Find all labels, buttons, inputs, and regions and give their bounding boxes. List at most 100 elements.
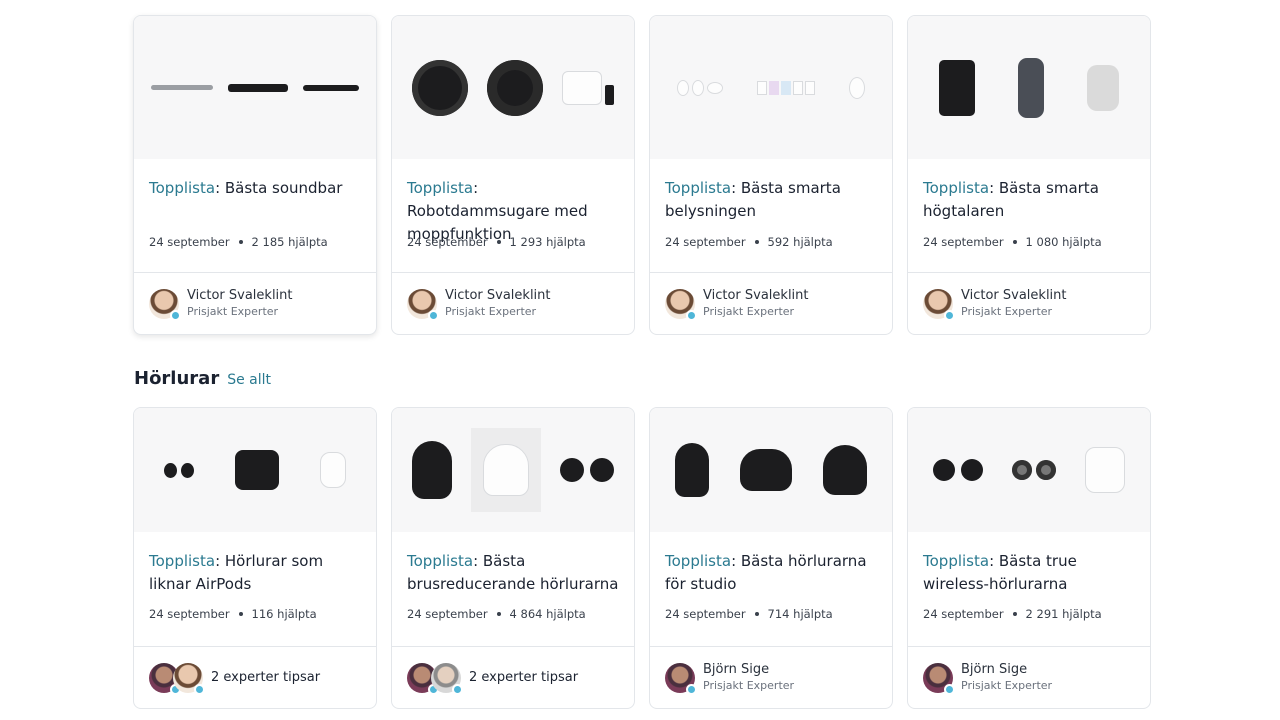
earbuds-icon <box>1011 460 1056 480</box>
avatar <box>431 662 463 695</box>
author-name: Victor Svaleklint <box>703 288 809 303</box>
card-title[interactable]: Topplista: Bästa brusreducerande hörlura… <box>407 550 619 596</box>
avatar <box>407 288 439 321</box>
date: 24 september <box>407 235 488 249</box>
earbuds-icon <box>164 462 195 478</box>
card-author[interactable]: Victor Svaleklint Prisjakt Experter <box>392 272 634 334</box>
card-title[interactable]: Topplista: Bästa soundbar <box>149 177 361 223</box>
card-author[interactable]: Björn Sige Prisjakt Experter <box>650 646 892 708</box>
robot-mop-icon <box>562 70 615 105</box>
soundbar-icon <box>302 84 359 91</box>
verified-badge-icon <box>686 683 697 695</box>
avatar <box>923 662 955 695</box>
separator-dot <box>1012 240 1017 244</box>
author-name: Björn Sige <box>703 662 770 677</box>
toplist-card-studio-headphones[interactable]: Topplista: Bästa hörlurarna för studio 2… <box>649 407 893 709</box>
title-rest: : Bästa soundbar <box>215 179 343 197</box>
card-meta: 24 september 4 864 hjälpta <box>407 607 619 621</box>
product-thumbnail <box>392 408 634 532</box>
title-lead: Topplista <box>149 179 216 197</box>
avatar <box>923 288 955 321</box>
section-header: Hörlurar Se allt <box>134 368 271 389</box>
verified-badge-icon <box>194 683 205 695</box>
light-strip-icon <box>757 80 815 95</box>
card-author[interactable]: Victor Svaleklint Prisjakt Experter <box>650 272 892 334</box>
card-title[interactable]: Topplista: Bästa smarta belysningen <box>665 177 877 223</box>
headphones-icon <box>411 441 452 499</box>
card-author[interactable]: Björn Sige Prisjakt Experter <box>908 646 1150 708</box>
title-lead: Topplista <box>923 552 990 570</box>
headphones-icon <box>675 443 710 497</box>
card-meta: 24 september 1 293 hjälpta <box>407 235 619 249</box>
toplist-card-smart-speaker[interactable]: Topplista: Bästa smarta högtalaren 24 se… <box>907 15 1151 335</box>
toplist-row-2: Topplista: Hörlurar som liknar AirPods 2… <box>133 407 1151 709</box>
separator-dot <box>754 240 759 244</box>
toplist-card-soundbar[interactable]: Topplista: Bästa soundbar 24 september 2 … <box>133 15 377 335</box>
product-thumbnail <box>392 16 634 159</box>
card-meta: 24 september 1 080 hjälpta <box>923 235 1135 249</box>
product-thumbnail <box>650 16 892 159</box>
author-name: Victor Svaleklint <box>445 288 551 303</box>
author-role: Prisjakt Experter <box>703 305 795 318</box>
experts-tip-count: 2 experter tipsar <box>211 670 321 685</box>
author-role: Prisjakt Experter <box>961 679 1053 692</box>
smart-bulbs-icon <box>677 79 723 96</box>
helpful-count: 714 hjälpta <box>767 607 833 621</box>
verified-badge-icon <box>944 309 955 321</box>
card-author[interactable]: Victor Svaleklint Prisjakt Experter <box>134 272 376 334</box>
date: 24 september <box>665 607 746 621</box>
headphones-icon <box>822 445 867 495</box>
soundbar-icon <box>151 85 214 90</box>
card-meta: 24 september 2 291 hjälpta <box>923 607 1135 621</box>
card-meta: 24 september 592 hjälpta <box>665 235 877 249</box>
card-title[interactable]: Topplista: Hörlurar som liknar AirPods <box>149 550 361 596</box>
toplist-card-smart-lighting[interactable]: Topplista: Bästa smarta belysningen 24 s… <box>649 15 893 335</box>
separator-dot <box>496 240 501 244</box>
headphones-icon <box>470 428 541 512</box>
helpful-count: 592 hjälpta <box>767 235 833 249</box>
earbuds-case-icon <box>234 450 279 490</box>
card-title[interactable]: Topplista: Bästa smarta högtalaren <box>923 177 1135 223</box>
card-title[interactable]: Topplista: Bästa hörlurarna för studio <box>665 550 877 596</box>
card-meta: 24 september 2 185 hjälpta <box>149 235 361 249</box>
author-role: Prisjakt Experter <box>445 305 537 318</box>
earbuds-icon <box>560 458 615 482</box>
toplist-card-noise-cancelling[interactable]: Topplista: Bästa brusreducerande hörlura… <box>391 407 635 709</box>
toplist-card-true-wireless[interactable]: Topplista: Bästa true wireless-hörlurarn… <box>907 407 1151 709</box>
verified-badge-icon <box>452 683 463 695</box>
toplist-card-airpods-alternatives[interactable]: Topplista: Hörlurar som liknar AirPods 2… <box>133 407 377 709</box>
earbuds-icon <box>319 452 346 488</box>
helpful-count: 1 080 hjälpta <box>1025 235 1102 249</box>
verified-badge-icon <box>170 309 181 321</box>
separator-dot <box>238 612 243 616</box>
see-all-link[interactable]: Se allt <box>227 372 271 388</box>
date: 24 september <box>923 235 1004 249</box>
separator-dot <box>238 240 243 244</box>
airpods-case-icon <box>1085 447 1126 493</box>
helpful-count: 116 hjälpta <box>251 607 317 621</box>
experts-tip-count: 2 experter tipsar <box>469 670 579 685</box>
toplist-card-robot-vacuum[interactable]: Topplista: Robotdammsugare med moppfunkt… <box>391 15 635 335</box>
author-role: Prisjakt Experter <box>187 305 279 318</box>
card-experts[interactable]: 2 experter tipsar <box>134 646 376 708</box>
product-thumbnail <box>134 408 376 532</box>
title-lead: Topplista <box>407 552 474 570</box>
section-title: Hörlurar <box>134 368 220 389</box>
toplist-row-1: Topplista: Bästa soundbar 24 september 2 … <box>133 15 1151 335</box>
helpful-count: 2 185 hjälpta <box>251 235 328 249</box>
helpful-count: 2 291 hjälpta <box>1025 607 1102 621</box>
card-title[interactable]: Topplista: Bästa true wireless-hörlurarn… <box>923 550 1135 596</box>
soundbar-icon <box>227 83 288 92</box>
robot-vacuum-icon <box>411 59 468 116</box>
date: 24 september <box>149 607 230 621</box>
product-thumbnail <box>908 408 1150 532</box>
card-experts[interactable]: 2 experter tipsar <box>392 646 634 708</box>
date: 24 september <box>149 235 230 249</box>
card-title[interactable]: Topplista: Robotdammsugare med moppfunkt… <box>407 177 619 243</box>
author-name: Victor Svaleklint <box>187 288 293 303</box>
avatar <box>149 288 181 321</box>
product-thumbnail <box>134 16 376 159</box>
card-author[interactable]: Victor Svaleklint Prisjakt Experter <box>908 272 1150 334</box>
verified-badge-icon <box>686 309 697 321</box>
card-meta: 24 september 714 hjälpta <box>665 607 877 621</box>
